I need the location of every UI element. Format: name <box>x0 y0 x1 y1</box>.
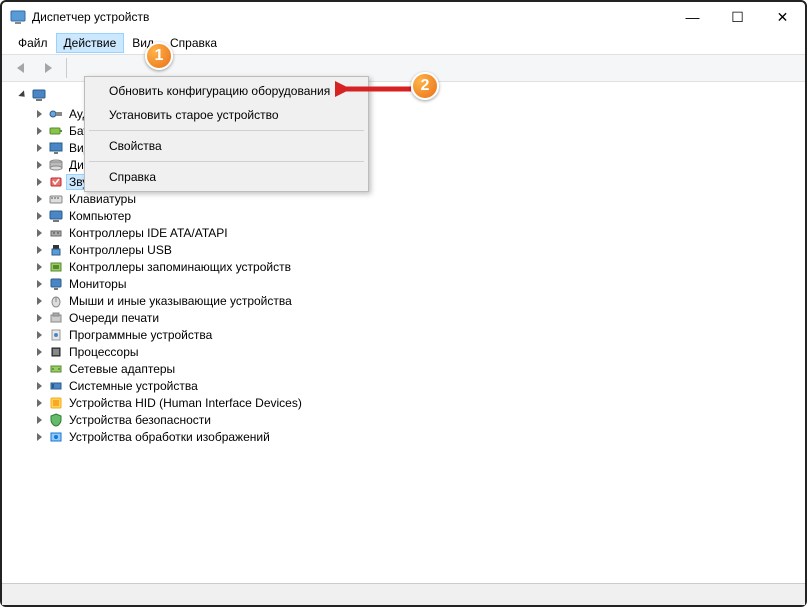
device-category-icon <box>48 174 64 190</box>
tree-node[interactable]: Очереди печати <box>34 309 801 326</box>
device-category-icon <box>48 293 64 309</box>
tree-node[interactable]: Контроллеры запоминающих устройств <box>34 258 801 275</box>
menu-item-refresh-hardware[interactable]: Обновить конфигурацию оборудования <box>87 79 366 103</box>
device-category-icon <box>48 344 64 360</box>
forward-button[interactable] <box>36 57 60 79</box>
tree-node-label: Контроллеры USB <box>67 243 174 257</box>
tree-node-label: Контроллеры IDE ATA/ATAPI <box>67 226 230 240</box>
tree-node-label: Устройства обработки изображений <box>67 430 272 444</box>
tree-node-label: Мыши и иные указывающие устройства <box>67 294 294 308</box>
chevron-right-icon[interactable] <box>34 329 45 340</box>
device-category-icon <box>48 378 64 394</box>
close-button[interactable]: ✕ <box>760 2 805 32</box>
device-category-icon <box>48 361 64 377</box>
menu-separator <box>89 161 364 162</box>
device-category-icon <box>48 310 64 326</box>
menu-item-help[interactable]: Справка <box>87 165 366 189</box>
device-category-icon <box>48 225 64 241</box>
chevron-right-icon[interactable] <box>34 312 45 323</box>
tree-node[interactable]: Программные устройства <box>34 326 801 343</box>
tree-node-label: Очереди печати <box>67 311 161 325</box>
tree-node-label: Устройства HID (Human Interface Devices) <box>67 396 304 410</box>
tree-node[interactable]: Контроллеры USB <box>34 241 801 258</box>
menu-item-add-legacy[interactable]: Установить старое устройство <box>87 103 366 127</box>
chevron-right-icon[interactable] <box>34 125 45 136</box>
tree-node[interactable]: Контроллеры IDE ATA/ATAPI <box>34 224 801 241</box>
menu-action[interactable]: Действие <box>56 33 125 53</box>
chevron-right-icon[interactable] <box>34 244 45 255</box>
annotation-arrow <box>335 80 413 98</box>
tree-node-label: Устройства безопасности <box>67 413 213 427</box>
tree-node-label: Процессоры <box>67 345 141 359</box>
device-category-icon <box>48 123 64 139</box>
annotation-marker-2: 2 <box>411 72 439 100</box>
window-title: Диспетчер устройств <box>32 10 149 24</box>
tree-node[interactable]: Мыши и иные указывающие устройства <box>34 292 801 309</box>
chevron-right-icon[interactable] <box>34 261 45 272</box>
tree-node-label: Контроллеры запоминающих устройств <box>67 260 293 274</box>
tree-node[interactable]: Клавиатуры <box>34 190 801 207</box>
action-menu-dropdown: Обновить конфигурацию оборудования Устан… <box>84 76 369 192</box>
chevron-down-icon[interactable] <box>16 89 27 100</box>
tree-node[interactable]: Устройства HID (Human Interface Devices) <box>34 394 801 411</box>
tree-node-label: Сетевые адаптеры <box>67 362 177 376</box>
tree-node[interactable]: Компьютер <box>34 207 801 224</box>
chevron-right-icon[interactable] <box>34 414 45 425</box>
chevron-right-icon[interactable] <box>34 431 45 442</box>
device-category-icon <box>48 191 64 207</box>
minimize-button[interactable]: — <box>670 2 715 32</box>
menu-item-properties[interactable]: Свойства <box>87 134 366 158</box>
device-category-icon <box>48 259 64 275</box>
tree-node[interactable]: Мониторы <box>34 275 801 292</box>
device-category-icon <box>48 429 64 445</box>
tree-node[interactable]: Системные устройства <box>34 377 801 394</box>
chevron-right-icon[interactable] <box>34 108 45 119</box>
chevron-right-icon[interactable] <box>34 278 45 289</box>
device-category-icon <box>48 208 64 224</box>
statusbar <box>2 583 805 605</box>
chevron-right-icon[interactable] <box>34 363 45 374</box>
tree-node[interactable]: Устройства обработки изображений <box>34 428 801 445</box>
maximize-button[interactable]: ☐ <box>715 2 760 32</box>
device-category-icon <box>48 106 64 122</box>
computer-icon <box>31 87 47 103</box>
titlebar: Диспетчер устройств — ☐ ✕ <box>2 2 805 32</box>
device-category-icon <box>48 395 64 411</box>
device-category-icon <box>48 242 64 258</box>
device-category-icon <box>48 412 64 428</box>
chevron-right-icon[interactable] <box>34 142 45 153</box>
device-category-icon <box>48 327 64 343</box>
chevron-right-icon[interactable] <box>34 176 45 187</box>
tree-node-label: Компьютер <box>67 209 133 223</box>
back-button[interactable] <box>8 57 32 79</box>
app-icon <box>10 9 26 25</box>
tree-node-label: Клавиатуры <box>67 192 138 206</box>
chevron-right-icon[interactable] <box>34 295 45 306</box>
chevron-right-icon[interactable] <box>34 193 45 204</box>
toolbar-separator <box>66 58 67 78</box>
menu-separator <box>89 130 364 131</box>
tree-node-label: Системные устройства <box>67 379 200 393</box>
tree-node-label: Программные устройства <box>67 328 214 342</box>
menu-file[interactable]: Файл <box>10 33 56 53</box>
chevron-right-icon[interactable] <box>34 397 45 408</box>
chevron-right-icon[interactable] <box>34 159 45 170</box>
chevron-right-icon[interactable] <box>34 380 45 391</box>
tree-node[interactable]: Сетевые адаптеры <box>34 360 801 377</box>
annotation-marker-1: 1 <box>145 42 173 70</box>
tree-node-label: Мониторы <box>67 277 128 291</box>
chevron-right-icon[interactable] <box>34 210 45 221</box>
chevron-right-icon[interactable] <box>34 227 45 238</box>
menubar: Файл Действие Вид Справка <box>2 32 805 54</box>
device-category-icon <box>48 140 64 156</box>
device-category-icon <box>48 276 64 292</box>
tree-node[interactable]: Устройства безопасности <box>34 411 801 428</box>
chevron-right-icon[interactable] <box>34 346 45 357</box>
window-controls: — ☐ ✕ <box>670 2 805 32</box>
device-category-icon <box>48 157 64 173</box>
tree-node[interactable]: Процессоры <box>34 343 801 360</box>
